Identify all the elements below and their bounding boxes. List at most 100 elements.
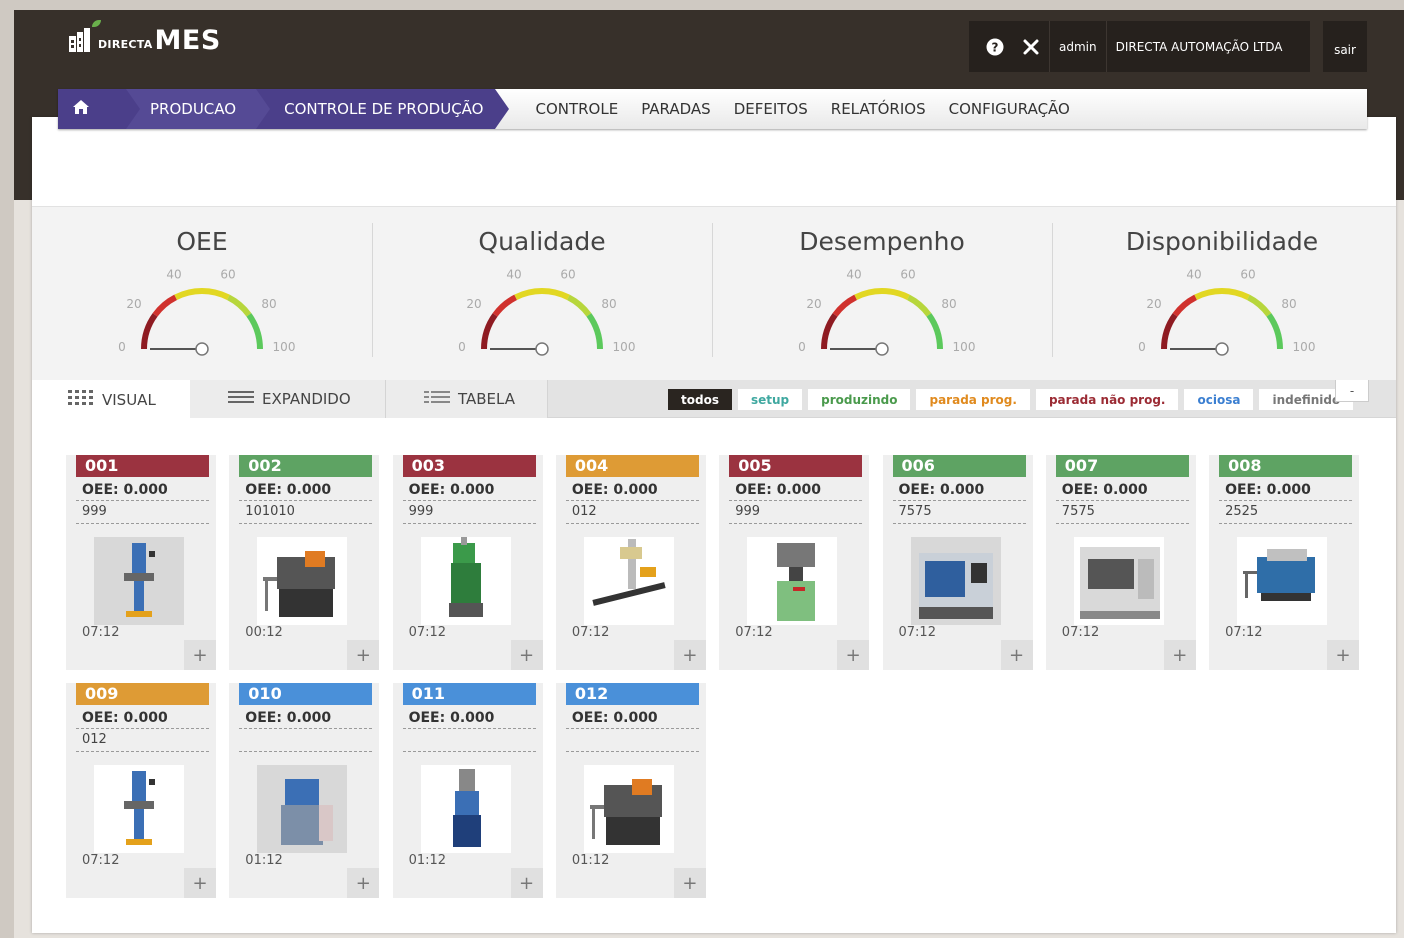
machine-card[interactable]: 004 OEE: 0.000 012 07:12 +: [555, 455, 706, 670]
menu-configuracao[interactable]: CONFIGURAÇÃO: [949, 100, 1070, 118]
logo-big-text: MES: [154, 25, 221, 56]
gauge-tick-label: 20: [806, 297, 821, 311]
machine-id: 009: [76, 683, 209, 705]
machine-oee: OEE: 0.000: [735, 482, 821, 498]
filter-setup[interactable]: setup: [737, 389, 803, 410]
machine-time: 07:12: [82, 853, 120, 868]
gauge-qualidade: Qualidade 0 20 40 60 80 100: [372, 207, 712, 381]
menu-controle[interactable]: CONTROLE: [535, 100, 618, 118]
help-button[interactable]: ?: [977, 21, 1013, 72]
machine-time: 07:12: [898, 625, 936, 640]
factory-icon: [68, 20, 101, 54]
expand-card-button[interactable]: +: [1000, 640, 1033, 670]
divider: [565, 523, 699, 524]
expand-card-button[interactable]: +: [673, 868, 706, 898]
divider: [1055, 523, 1189, 524]
injection-machine-icon: [448, 537, 483, 617]
gauge-tick-label: 40: [506, 267, 521, 281]
machine-card[interactable]: 010 OEE: 0.000 01:12 +: [229, 683, 380, 898]
lathe-machine-icon: [589, 779, 662, 845]
breadcrumb-controle-producao[interactable]: CONTROLE DE PRODUÇÃO: [256, 89, 510, 129]
breadcrumb-home[interactable]: [58, 89, 140, 129]
machine-photo: [1237, 537, 1328, 625]
expand-card-button[interactable]: +: [1327, 640, 1360, 670]
filter-todos[interactable]: todos: [668, 389, 732, 410]
machine-id: 012: [565, 683, 699, 705]
machine-photo: [94, 537, 184, 625]
gauge-tick-label: 20: [466, 297, 481, 311]
expand-card-button[interactable]: +: [184, 868, 216, 898]
expand-card-button[interactable]: +: [184, 640, 216, 670]
machine-time: 07:12: [735, 625, 773, 640]
gauge-tick-label: 0: [118, 340, 126, 354]
filter-parada-nao-prog[interactable]: parada não prog.: [1035, 389, 1179, 410]
logout-button[interactable]: sair: [1323, 21, 1367, 72]
tools-button[interactable]: [1013, 21, 1049, 72]
filter-produzindo[interactable]: produzindo: [808, 389, 911, 410]
grinder-machine-icon: [281, 779, 334, 845]
machine-card[interactable]: 007 OEE: 0.000 7575 07:12 +: [1045, 455, 1196, 670]
machine-card[interactable]: 006 OEE: 0.000 7575 07:12 +: [882, 455, 1033, 670]
gauge-tick-label: 0: [458, 340, 466, 354]
gauge-tick-label: 40: [1186, 267, 1201, 281]
machine-card[interactable]: 005 OEE: 0.000 999 07:12 +: [719, 455, 870, 670]
machine-card[interactable]: 011 OEE: 0.000 01:12 +: [392, 683, 543, 898]
machine-time: 07:12: [408, 625, 447, 640]
gauge-tick-label: 80: [1281, 297, 1296, 311]
tab-label: EXPANDIDO: [262, 390, 351, 408]
menu-defeitos[interactable]: DEFEITOS: [734, 100, 808, 118]
gauge-band: [492, 294, 518, 317]
expand-card-button[interactable]: +: [673, 640, 706, 670]
machine-id: 002: [239, 455, 373, 477]
machine-order-code: 999: [82, 504, 107, 519]
filter-parada-prog[interactable]: parada prog.: [916, 389, 1030, 410]
filter-ociosa[interactable]: ociosa: [1184, 389, 1254, 410]
machine-oee: OEE: 0.000: [245, 710, 332, 726]
expand-card-button[interactable]: +: [837, 640, 870, 670]
gauge-band: [141, 313, 158, 350]
machine-oee: OEE: 0.000: [571, 482, 658, 498]
divider: [729, 523, 863, 524]
menu-paradas[interactable]: PARADAS: [641, 100, 711, 118]
machine-card[interactable]: 009 OEE: 0.000 012 07:12 +: [66, 683, 216, 898]
gauge-tick-label: 0: [1138, 340, 1146, 354]
gauge-disponibilidade: Disponibilidade 0 20 40 60 80 100: [1052, 207, 1392, 381]
machine-order-code: 999: [735, 504, 761, 519]
gauge-tick-label: 20: [1146, 297, 1161, 311]
machine-card[interactable]: 001 OEE: 0.000 999 07:12 +: [66, 455, 216, 670]
machine-card[interactable]: 003 OEE: 0.000 999 07:12 +: [392, 455, 543, 670]
collapse-button[interactable]: -: [1335, 380, 1369, 402]
gauge-band: [152, 294, 178, 317]
machine-card[interactable]: 008 OEE: 0.000 2525 07:12 +: [1209, 455, 1360, 670]
machine-oee: OEE: 0.000: [82, 482, 168, 498]
milling-machine-icon: [124, 771, 155, 845]
gauge-tick-label: 60: [220, 267, 235, 281]
expand-card-button[interactable]: +: [510, 640, 543, 670]
gauge-band: [1172, 294, 1198, 317]
gauge-band: [1161, 313, 1178, 350]
app-logo[interactable]: DIRECTA MES: [68, 20, 221, 56]
machine-time: 01:12: [571, 853, 610, 868]
company-name[interactable]: DIRECTA AUTOMAÇÃO LTDA: [1107, 21, 1292, 72]
tab-tabela[interactable]: TABELA: [386, 380, 548, 418]
tab-visual[interactable]: VISUAL: [32, 380, 190, 419]
expand-card-button[interactable]: +: [347, 868, 380, 898]
breadcrumb-producao[interactable]: PRODUCAO: [126, 89, 271, 129]
user-menu[interactable]: admin: [1050, 21, 1106, 72]
expand-card-button[interactable]: +: [1163, 640, 1196, 670]
machine-oee: OEE: 0.000: [571, 710, 658, 726]
gauge-desempenho: Desempenho 0 20 40 60 80 100: [712, 207, 1052, 381]
gauge-tick-label: 20: [126, 297, 141, 311]
expand-card-button[interactable]: +: [510, 868, 543, 898]
divider: [565, 500, 699, 501]
tab-expandido[interactable]: EXPANDIDO: [190, 380, 386, 418]
machine-order-code: 101010: [245, 504, 295, 519]
machine-card[interactable]: 012 OEE: 0.000 01:12 +: [555, 683, 706, 898]
cnc-center-icon: [918, 553, 993, 619]
expand-card-button[interactable]: +: [347, 640, 380, 670]
menu-relatorios[interactable]: RELATÓRIOS: [831, 100, 926, 118]
machine-card[interactable]: 002 OEE: 0.000 101010 00:12 +: [229, 455, 380, 670]
press-machine-icon: [777, 543, 816, 621]
divider: [1055, 500, 1189, 501]
gauge-band: [1246, 294, 1272, 317]
